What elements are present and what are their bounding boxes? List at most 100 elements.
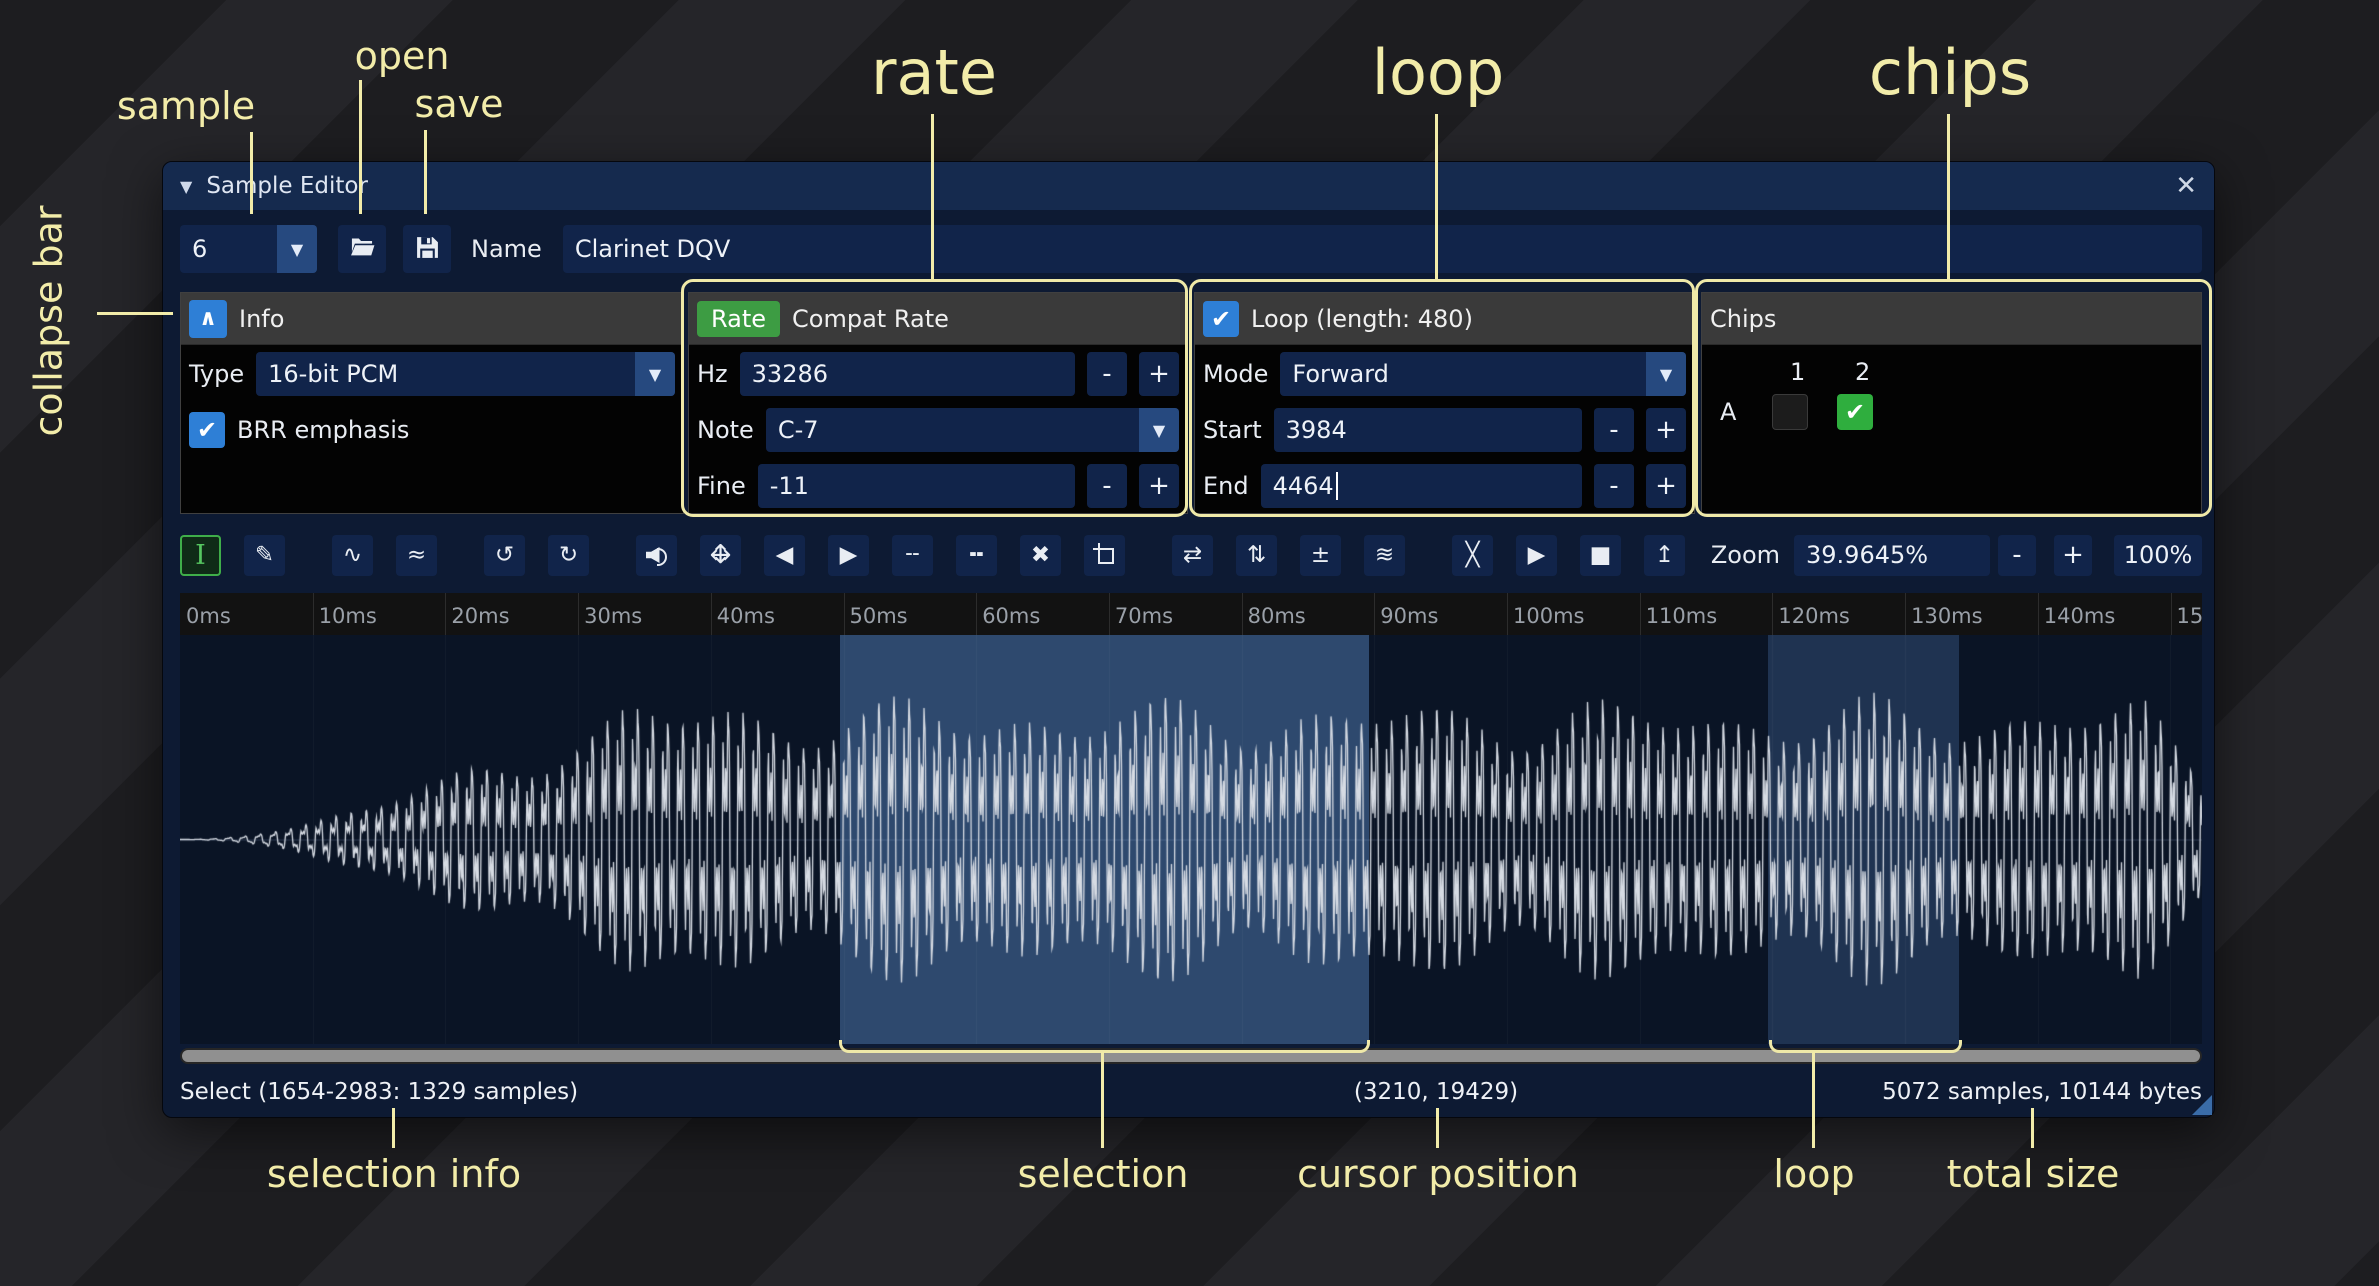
- preview-button[interactable]: ▶: [1516, 535, 1557, 576]
- loop-end-increase-button[interactable]: +: [1646, 464, 1686, 508]
- loop-end-label: End: [1203, 472, 1249, 500]
- name-input[interactable]: Clarinet DQV: [563, 225, 2202, 273]
- timeline-ruler[interactable]: 0ms10ms20ms30ms40ms50ms60ms70ms80ms90ms1…: [180, 593, 2202, 635]
- trim-button[interactable]: [1084, 535, 1125, 576]
- timeline-tick: [1772, 593, 1773, 635]
- toolbar-separator: [1148, 540, 1149, 570]
- chevron-down-icon[interactable]: ▼: [1139, 408, 1179, 452]
- stop-button[interactable]: ■: [1580, 535, 1621, 576]
- resize-grip[interactable]: [2192, 1095, 2212, 1115]
- timeline-tick: [1905, 593, 1906, 635]
- normalize-icon: [708, 542, 734, 568]
- type-label: Type: [189, 360, 244, 388]
- zoom-in-button[interactable]: +: [2054, 535, 2092, 576]
- hz-label: Hz: [697, 360, 728, 388]
- fine-increase-button[interactable]: +: [1139, 464, 1179, 508]
- check-icon: ✔: [1211, 305, 1231, 333]
- rate-button[interactable]: Rate: [697, 301, 780, 337]
- loop-enable-checkbox[interactable]: ✔: [1203, 301, 1239, 337]
- loop-start-label: Start: [1203, 416, 1262, 444]
- loop-start-input[interactable]: 3984: [1274, 408, 1582, 452]
- invert-button[interactable]: ⇅: [1236, 535, 1277, 576]
- collapse-info-button[interactable]: ∧: [189, 300, 227, 338]
- close-icon[interactable]: ✕: [2175, 171, 2197, 201]
- timeline-label: 130ms: [1911, 604, 1982, 628]
- open-button[interactable]: [338, 225, 386, 273]
- trim-icon: [1093, 543, 1117, 567]
- apply-silence-button[interactable]: ╍: [956, 535, 997, 576]
- fade-in-button[interactable]: ◀: [764, 535, 805, 576]
- annotation-collapse-bar: collapse bar: [10, 186, 86, 456]
- reverse-button[interactable]: ⇄: [1172, 535, 1213, 576]
- sign-invert-button[interactable]: ±: [1300, 535, 1341, 576]
- fine-input[interactable]: -11: [758, 464, 1075, 508]
- chip-1-checkbox[interactable]: [1772, 394, 1808, 430]
- chips-panel-header: Chips: [1702, 293, 2201, 345]
- type-dropdown[interactable]: 16-bit PCM ▼: [256, 352, 675, 396]
- hz-input[interactable]: 33286: [740, 352, 1075, 396]
- loop-start-increase-button[interactable]: +: [1646, 408, 1686, 452]
- annotation-selection-info: selection info: [267, 1152, 521, 1196]
- amplify-button[interactable]: [636, 535, 677, 576]
- toolbar-separator: [460, 540, 461, 570]
- timeline-tick: [313, 593, 314, 635]
- crossfade-button[interactable]: ╳: [1452, 535, 1493, 576]
- rate-panel-header: Rate Compat Rate: [689, 293, 1187, 345]
- resize-button[interactable]: ∿: [332, 535, 373, 576]
- undo-button[interactable]: ↺: [484, 535, 525, 576]
- rate-panel-title: Compat Rate: [792, 305, 949, 333]
- timeline-label: 50ms: [850, 604, 908, 628]
- loop-end-value: 4464: [1273, 472, 1334, 500]
- loop-end-decrease-button[interactable]: -: [1594, 464, 1634, 508]
- fine-decrease-button[interactable]: -: [1087, 464, 1127, 508]
- fine-label: Fine: [697, 472, 746, 500]
- window-collapse-icon[interactable]: ▼: [180, 177, 192, 196]
- waveform-display[interactable]: [180, 635, 2202, 1044]
- zoom-out-button[interactable]: -: [1998, 535, 2036, 576]
- zoom-input[interactable]: 39.9645%: [1794, 535, 1990, 576]
- redo-button[interactable]: ↻: [548, 535, 589, 576]
- draw-tool-button[interactable]: ✎: [244, 535, 285, 576]
- chip-2-checkbox[interactable]: ✔: [1837, 394, 1873, 430]
- save-button[interactable]: [403, 225, 451, 273]
- horizontal-scrollbar[interactable]: [180, 1048, 2202, 1064]
- timeline-label: 30ms: [584, 604, 642, 628]
- note-value: C-7: [766, 408, 1139, 452]
- insert-silence-button[interactable]: ╌: [892, 535, 933, 576]
- hz-increase-button[interactable]: +: [1139, 352, 1179, 396]
- timeline-tick: [445, 593, 446, 635]
- zoom-reset-button[interactable]: 100%: [2114, 535, 2202, 576]
- delete-button[interactable]: ✖: [1020, 535, 1061, 576]
- annotation-chips: chips: [1869, 36, 2031, 109]
- filter-button[interactable]: ≋: [1364, 535, 1405, 576]
- loop-start-decrease-button[interactable]: -: [1594, 408, 1634, 452]
- select-tool-button[interactable]: I: [180, 535, 221, 576]
- timeline-tick: [1507, 593, 1508, 635]
- create-instrument-button[interactable]: ↥: [1644, 535, 1685, 576]
- chevron-down-icon[interactable]: ▼: [277, 225, 317, 273]
- status-bar: Select (1654-2983: 1329 samples) (3210, …: [180, 1064, 2202, 1119]
- normalize-button[interactable]: [700, 535, 741, 576]
- brr-emphasis-checkbox[interactable]: ✔: [189, 412, 225, 448]
- fine-value: -11: [770, 472, 809, 500]
- timeline-label: 60ms: [982, 604, 1040, 628]
- sample-selector[interactable]: 6 ▼: [180, 225, 317, 273]
- loop-mode-dropdown[interactable]: Forward ▼: [1280, 352, 1686, 396]
- note-dropdown[interactable]: C-7 ▼: [766, 408, 1179, 452]
- chevron-down-icon[interactable]: ▼: [1646, 352, 1686, 396]
- scrollbar-thumb[interactable]: [182, 1050, 2200, 1062]
- resample-button[interactable]: ≈: [396, 535, 437, 576]
- hz-decrease-button[interactable]: -: [1087, 352, 1127, 396]
- timeline-label: 80ms: [1248, 604, 1306, 628]
- timeline-label: 100ms: [1513, 604, 1584, 628]
- timeline-tick: [711, 593, 712, 635]
- panels-row: ∧ Info Type 16-bit PCM ▼ ✔: [180, 292, 2202, 514]
- selection-info-text: Select (1654-2983: 1329 samples): [180, 1079, 578, 1105]
- fade-out-button[interactable]: ▶: [828, 535, 869, 576]
- loop-end-input[interactable]: 4464: [1261, 464, 1582, 508]
- annotation-save: save: [415, 82, 504, 126]
- chevron-down-icon[interactable]: ▼: [635, 352, 675, 396]
- annotation-loop-bottom: loop: [1773, 1152, 1854, 1196]
- floppy-disk-icon: [415, 235, 440, 263]
- titlebar[interactable]: ▼ Sample Editor ✕: [163, 162, 2214, 210]
